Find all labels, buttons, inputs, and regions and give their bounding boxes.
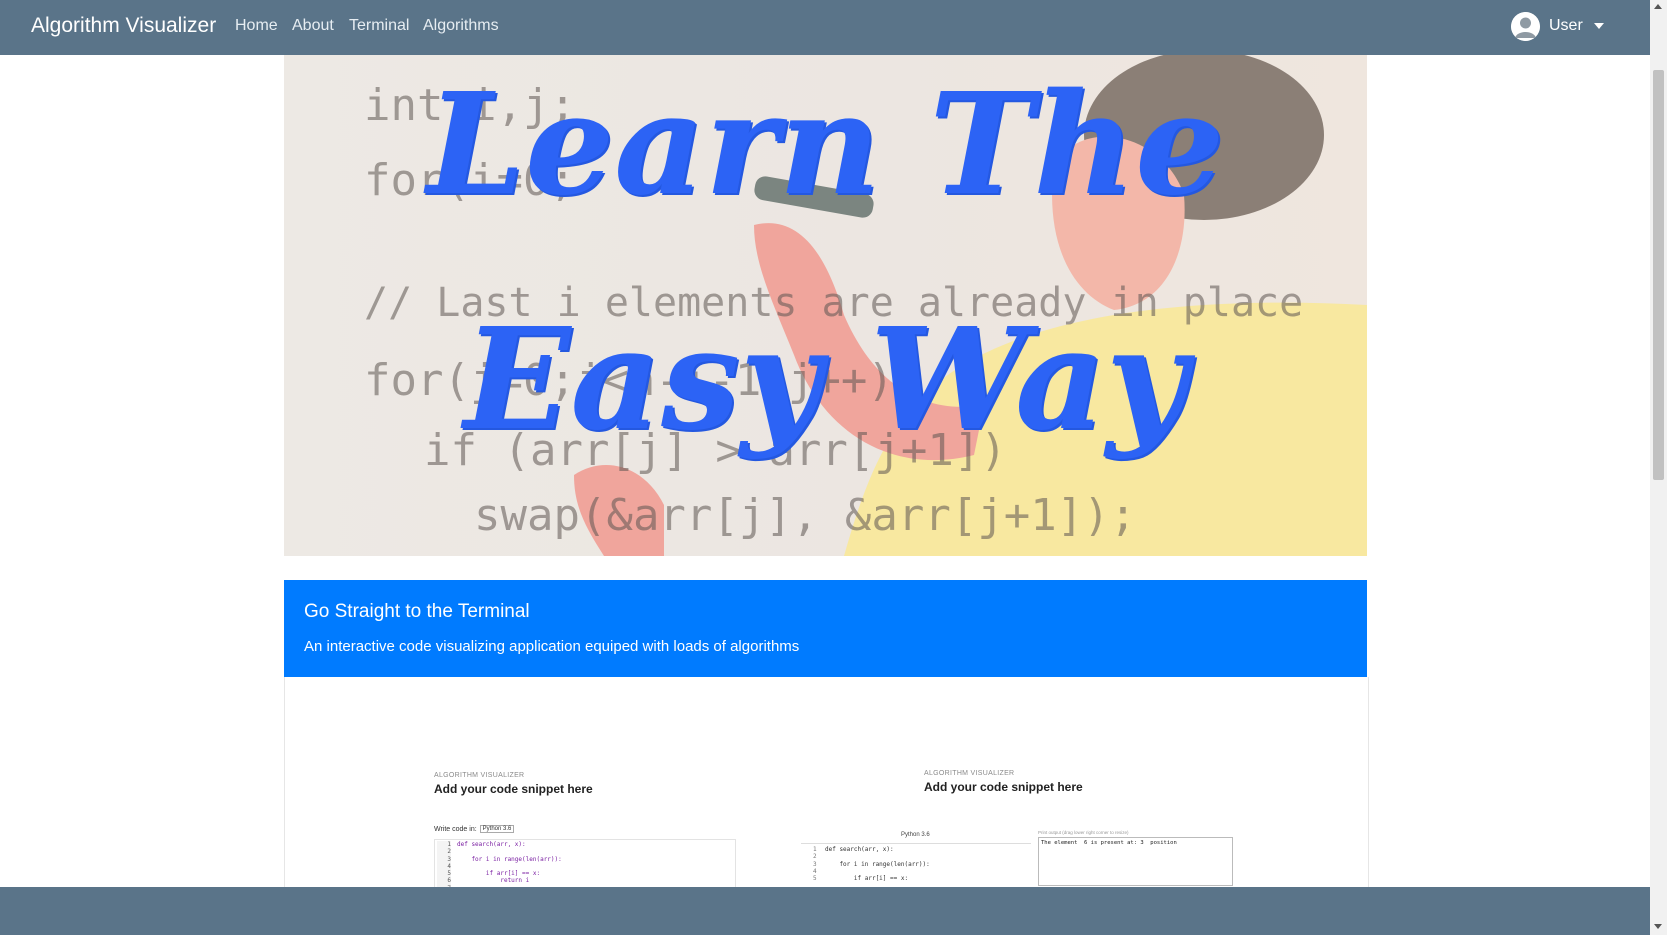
preview-output-label: Print output (drag lower right corner to… — [1038, 830, 1129, 835]
scroll-down-icon[interactable] — [1654, 924, 1662, 929]
preview-right-heading: Add your code snippet here — [924, 780, 1083, 794]
page-scrollbar[interactable] — [1650, 0, 1667, 935]
footer-bar — [0, 887, 1650, 935]
terminal-cta-subtext: An interactive code visualizing applicat… — [304, 638, 800, 655]
hero-title-line2: Easy Way — [463, 298, 1188, 462]
nav-link-home[interactable]: Home — [235, 17, 278, 35]
preview-left-editor: 1 2 3 4 5 6 7 def search(arr, x): for i … — [434, 839, 736, 889]
preview-right-language: Python 3.6 — [901, 832, 930, 838]
scroll-up-icon[interactable] — [1654, 4, 1662, 9]
chevron-down-icon — [1593, 23, 1604, 29]
preview-right-kicker: ALGORITHM VISUALIZER — [924, 770, 1015, 777]
preview-write-label: Write code in: — [434, 825, 477, 833]
brand-logo-text[interactable]: Algorithm Visualizer — [31, 14, 216, 38]
top-navbar: Algorithm Visualizer Home About Terminal… — [0, 0, 1650, 55]
user-label: User — [1549, 17, 1583, 34]
nav-link-about[interactable]: About — [292, 17, 334, 35]
preview-left-heading: Add your code snippet here — [434, 782, 593, 796]
nav-link-terminal[interactable]: Terminal — [349, 17, 409, 35]
chalk-text-line: swap(&arr[j], &arr[j+1]); — [474, 490, 1137, 541]
preview-right-code: def search(arr, x): for i in range(len(a… — [825, 846, 930, 883]
preview-left-line-numbers: 1 2 3 4 5 6 7 — [437, 841, 451, 888]
nav-link-algorithms[interactable]: Algorithms — [423, 17, 499, 35]
preview-right-line-numbers: 1 2 3 4 5 — [813, 846, 817, 883]
hero-title-line1: Learn The — [426, 63, 1225, 227]
preview-output-text: The element 6 is present at: 3 position — [1041, 840, 1177, 846]
preview-left-language-row: Write code in: Python 3.6 — [434, 825, 515, 833]
preview-output-box: The element 6 is present at: 3 position — [1038, 837, 1233, 886]
preview-left-kicker: ALGORITHM VISUALIZER — [434, 772, 525, 779]
scrollbar-thumb[interactable] — [1653, 70, 1664, 480]
user-avatar-icon — [1511, 11, 1540, 41]
preview-language-select[interactable]: Python 3.6 — [479, 825, 515, 833]
preview-left-code: def search(arr, x): for i in range(len(a… — [457, 841, 562, 885]
preview-right-editor: 1 2 3 4 5 def search(arr, x): for i in r… — [801, 843, 1031, 888]
user-dropdown[interactable]: User — [1511, 11, 1604, 41]
hero-banner: int i,j; for(i=0; // Last i elements are… — [284, 55, 1367, 556]
terminal-cta-heading: Go Straight to the Terminal — [304, 601, 530, 622]
terminal-cta-panel[interactable]: Go Straight to the Terminal An interacti… — [284, 580, 1367, 677]
preview-card: ALGORITHM VISUALIZER Add your code snipp… — [284, 677, 1369, 889]
